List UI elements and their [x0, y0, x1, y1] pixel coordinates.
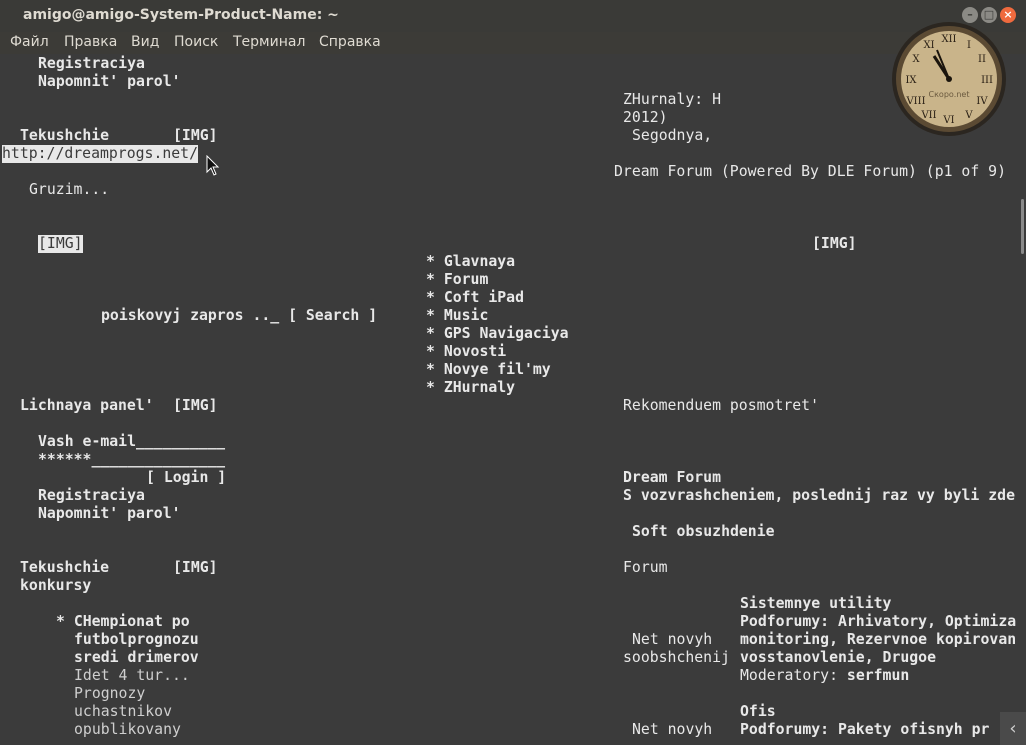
personal-panel-label: Lichnaya panel'	[20, 397, 154, 414]
scroll-left-button[interactable]: ‹	[1000, 712, 1026, 745]
search-field[interactable]: poiskovyj zapros .._ [ Search ]	[101, 307, 377, 325]
svg-text:II: II	[978, 54, 986, 65]
svg-text:IX: IX	[905, 75, 917, 86]
subforums-text: Podforumy: Pakety ofisnyh pr	[740, 721, 990, 738]
subforums-text: Podforumy: Arhivatory, Optimiza	[740, 613, 1017, 630]
forum-link-office[interactable]: Ofis	[740, 703, 776, 721]
forum-link-system-utils[interactable]: Sistemnye utility	[740, 595, 891, 613]
contest-text: Prognozy	[74, 685, 146, 702]
menu-terminal[interactable]: Терминал	[233, 34, 305, 50]
nav-link-main[interactable]: * Glavnaya	[426, 253, 515, 271]
window-title: amigo@amigo-System-Product-Name: ~	[23, 7, 339, 23]
window-titlebar[interactable]: amigo@amigo-System-Product-Name: ~ – □ ×	[0, 0, 1026, 32]
no-new-messages: Net novyh	[632, 631, 713, 648]
nav-link-gps[interactable]: * GPS Navigaciya	[426, 325, 569, 343]
mouse-cursor-icon	[206, 155, 220, 176]
menu-view[interactable]: Вид	[131, 34, 159, 50]
moderator-link[interactable]: serfmun	[847, 667, 909, 684]
nav-link-ipad[interactable]: * Coft iPad	[426, 289, 524, 307]
journals-text: ZHurnaly: H	[623, 91, 721, 108]
moderators-label: Moderatory: serfmun	[740, 667, 909, 685]
contests-label: konkursy	[20, 577, 92, 594]
svg-text:XII: XII	[941, 34, 956, 45]
menu-bar: Файл Правка Вид Поиск Терминал Справка	[0, 32, 1026, 54]
menu-help[interactable]: Справка	[319, 34, 381, 50]
soft-discussion-heading: Soft obsuzhdenie	[632, 523, 775, 540]
contest-text: uchastnikov	[74, 703, 172, 720]
subforums-text: monitoring, Rezervnoe kopirovan	[740, 631, 1017, 648]
nav-link-music[interactable]: * Music	[426, 307, 488, 325]
welcome-text: S vozvrashcheniem, poslednij raz vy byli…	[623, 487, 1015, 504]
loading-text: Gruzim...	[29, 181, 110, 198]
chevron-left-icon: ‹	[1009, 718, 1017, 739]
today-text: Segodnya,	[632, 127, 713, 144]
svg-text:I: I	[967, 40, 971, 51]
contest-item[interactable]: sredi drimerov	[74, 649, 199, 667]
link-forgot-password[interactable]: Napomnit' parol'	[38, 73, 181, 91]
moderators-text: Moderatory:	[740, 667, 847, 684]
password-field[interactable]: ******_______________	[38, 451, 225, 469]
svg-text:VI: VI	[942, 115, 954, 126]
no-new-messages: Net novyh	[632, 721, 713, 738]
no-new-messages: soobshchenij	[623, 649, 730, 666]
url-link[interactable]: http://dreamprogs.net/	[2, 145, 198, 163]
link-forgot-password[interactable]: Napomnit' parol'	[38, 505, 181, 523]
svg-text:IV: IV	[976, 96, 988, 107]
terminal-output[interactable]: Registraciya Napomnit' parol' ZHurnaly: …	[0, 54, 1026, 745]
current-label: Tekushchie	[20, 127, 110, 144]
img-placeholder[interactable]: [IMG]	[173, 127, 218, 145]
svg-text:VIII: VIII	[905, 96, 925, 107]
img-placeholder[interactable]: [IMG]	[173, 559, 218, 577]
login-button[interactable]: [ Login ]	[146, 469, 226, 487]
menu-file[interactable]: Файл	[10, 34, 49, 50]
clock-brand-label: Скоро.net	[929, 90, 970, 99]
recommend-text: Rekomenduem posmotret'	[623, 397, 819, 414]
svg-text:V: V	[964, 110, 973, 121]
menu-edit[interactable]: Правка	[64, 34, 117, 50]
svg-text:X: X	[912, 54, 920, 65]
dream-forum-title[interactable]: Dream Forum	[623, 469, 721, 487]
page-status: Dream Forum (Powered By DLE Forum) (p1 o…	[614, 163, 1006, 180]
contest-text: Idet 4 tur...	[74, 667, 190, 684]
contest-item[interactable]: futbolprognozu	[74, 631, 199, 649]
svg-text:VII: VII	[920, 110, 936, 121]
link-registration[interactable]: Registraciya	[38, 487, 145, 505]
nav-link-forum[interactable]: * Forum	[426, 271, 488, 289]
nav-link-journals[interactable]: * ZHurnaly	[426, 379, 515, 397]
link-registration[interactable]: Registraciya	[38, 55, 145, 73]
contest-item[interactable]: * CHempionat po	[56, 613, 190, 631]
clock-widget-icon: XII VI III IX I II IV V VII VIII X XI Ск…	[892, 22, 1006, 136]
contest-text: opublikovany	[74, 721, 181, 738]
nav-link-news[interactable]: * Novosti	[426, 343, 506, 361]
svg-text:III: III	[981, 75, 993, 86]
svg-text:XI: XI	[923, 40, 934, 51]
subforums-text: vosstanovlenie, Drugoe	[740, 649, 936, 666]
img-placeholder[interactable]: [IMG]	[38, 235, 83, 253]
current-label: Tekushchie	[20, 559, 110, 576]
img-placeholder[interactable]: [IMG]	[173, 397, 218, 415]
nav-link-films[interactable]: * Novye fil'my	[426, 361, 551, 379]
scrollbar-thumb[interactable]	[1021, 199, 1024, 254]
menu-search[interactable]: Поиск	[174, 34, 218, 50]
img-placeholder[interactable]: [IMG]	[812, 235, 857, 253]
year-text: 2012)	[623, 109, 668, 126]
email-field[interactable]: Vash e-mail__________	[38, 433, 225, 451]
forum-column-header: Forum	[623, 559, 668, 576]
